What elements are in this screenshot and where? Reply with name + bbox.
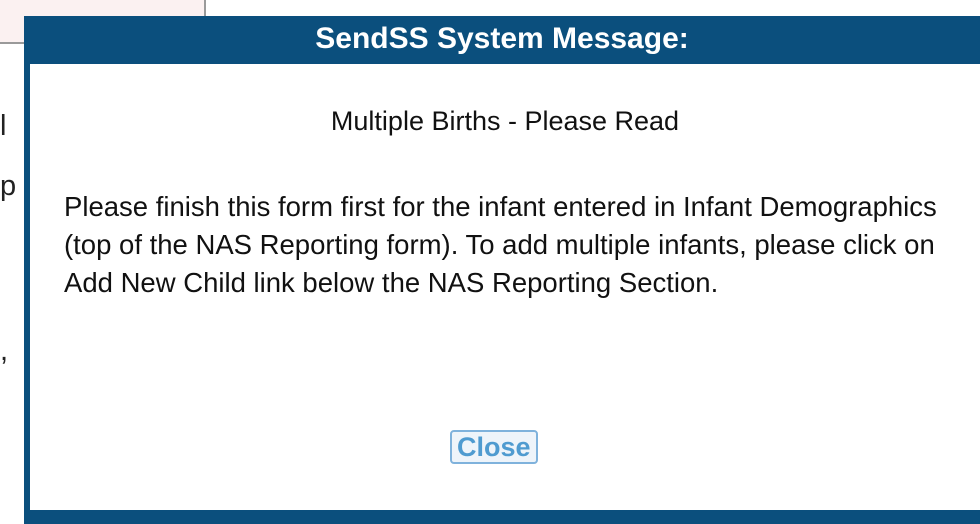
background-text-fragment: , [0, 335, 9, 367]
dialog-heading: Multiple Births - Please Read [330, 106, 680, 136]
page: l p , SendSS System Message: Multiple Bi… [0, 0, 980, 524]
dialog-body: Multiple Births - Please Read Please fin… [30, 64, 980, 510]
background-text-fragment: l [0, 110, 7, 142]
dialog-title: SendSS System Message: [315, 22, 689, 55]
close-button[interactable]: Close [450, 430, 538, 464]
dialog-message: Please finish this form first for the in… [64, 191, 937, 298]
background-text-fragment: p [0, 170, 17, 202]
system-message-dialog: SendSS System Message: Multiple Births -… [24, 16, 980, 524]
